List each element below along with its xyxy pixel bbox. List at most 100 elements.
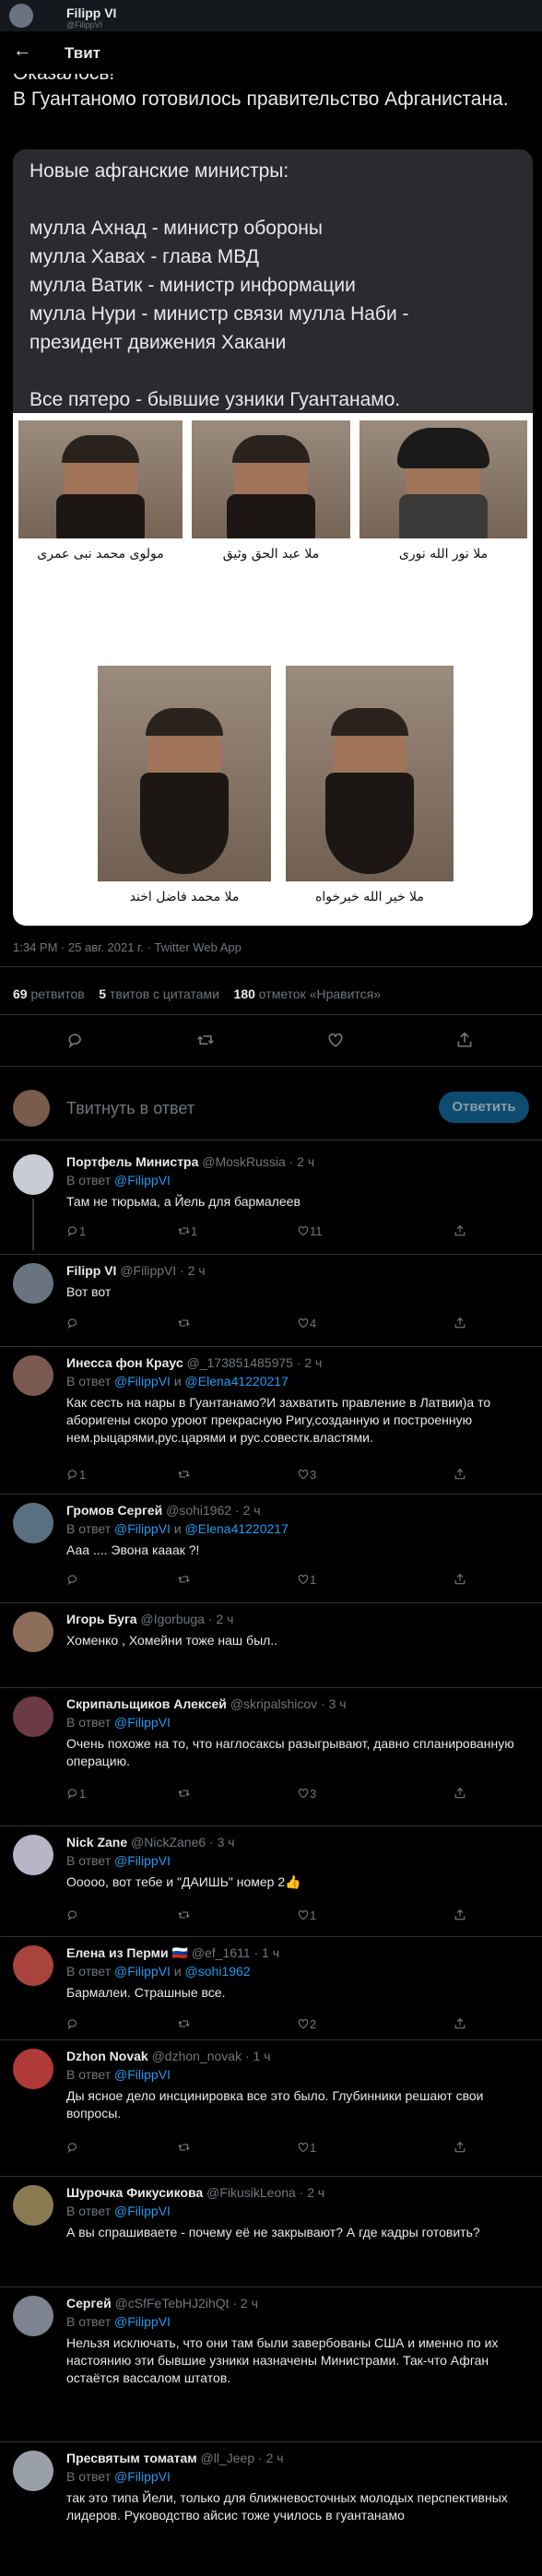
- share-icon[interactable]: [454, 1787, 466, 1802]
- retweet-icon[interactable]: [177, 1787, 191, 1802]
- reply-tweet[interactable]: Пресвятым томатам @ll_Jeep · 2 ч В ответ …: [0, 2451, 542, 2570]
- reply-tweet[interactable]: Filipp VI @FilippVI · 2 ч Вот вот 4: [0, 1263, 542, 1337]
- retweet-icon[interactable]: [177, 1317, 191, 1332]
- avatar[interactable]: [13, 1503, 53, 1543]
- avatar[interactable]: [13, 2296, 53, 2336]
- retweet-icon[interactable]: [177, 1908, 191, 1924]
- reply-tweet[interactable]: Dzhon Novak @dzhon_novak · 1 ч В ответ @F…: [0, 2049, 542, 2178]
- reply-tweet[interactable]: Игорь Буга @Igorbuga · 2 ч Хоменко , Хоме…: [0, 1612, 542, 1676]
- share-icon[interactable]: [454, 2017, 466, 2033]
- reply-tweet[interactable]: Громов Сергей @sohi1962 · 2 ч В ответ @Fi…: [0, 1503, 542, 1587]
- share-icon[interactable]: [454, 1908, 466, 1924]
- reply-icon[interactable]: [66, 1573, 79, 1589]
- mention-link[interactable]: @FilippVI: [114, 2067, 171, 2082]
- reply-tweet[interactable]: Шурочка Фикусикова @FikusikLeona · 2 ч В …: [0, 2185, 542, 2268]
- reply-tweet[interactable]: Портфель Министра @MoskRussia · 2 ч В отв…: [0, 1154, 542, 1250]
- reply-author[interactable]: Сергей @cSfFeTebHJ2ihQt · 2 ч: [66, 2296, 533, 2310]
- avatar[interactable]: [13, 1696, 53, 1737]
- reply-tweet[interactable]: Инесса фон Краус @_173851485975 · 2 ч В о…: [0, 1355, 542, 1494]
- reply-tweet[interactable]: Nick Zane @NickZane6 · 3 ч В ответ @Filip…: [0, 1835, 542, 1936]
- reply-button[interactable]: Ответить: [439, 1092, 529, 1123]
- reply-icon[interactable]: [66, 1908, 79, 1924]
- likes-stat[interactable]: 180 отметок «Нравится»: [234, 987, 382, 1001]
- retweet-icon[interactable]: [195, 1031, 216, 1054]
- tweet-image[interactable]: Новые афганские министры: мулла Ахнад - м…: [13, 149, 533, 926]
- avatar[interactable]: [13, 2451, 53, 2491]
- mention-link[interactable]: @Elena41220217: [185, 1374, 289, 1388]
- share-icon[interactable]: [454, 1317, 466, 1332]
- share-icon[interactable]: [454, 2141, 466, 2157]
- mention-link[interactable]: @FilippVI: [114, 2469, 171, 2484]
- reply-icon[interactable]: 1: [66, 1468, 86, 1483]
- tweet-timestamp[interactable]: 1:34 PM · 25 авг. 2021 г. · Twitter Web …: [13, 940, 242, 954]
- retweet-icon[interactable]: [177, 2141, 191, 2157]
- heart-icon[interactable]: 2: [297, 2017, 316, 2033]
- reply-author[interactable]: Filipp VI @FilippVI · 2 ч: [66, 1263, 533, 1278]
- heart-icon[interactable]: 3: [297, 1468, 316, 1483]
- reply-author[interactable]: Nick Zane @NickZane6 · 3 ч: [66, 1835, 533, 1849]
- reply-icon[interactable]: 1: [66, 1787, 86, 1802]
- reply-actions: 1: [66, 2141, 527, 2159]
- mention-link[interactable]: @FilippVI: [114, 1853, 171, 1868]
- retweet-icon[interactable]: [177, 1468, 191, 1483]
- avatar[interactable]: [13, 1355, 53, 1396]
- avatar[interactable]: [13, 1835, 53, 1875]
- heart-icon[interactable]: 11: [297, 1224, 323, 1240]
- mention-link[interactable]: @FilippVI: [114, 1715, 171, 1730]
- avatar[interactable]: [13, 1154, 53, 1195]
- reply-author[interactable]: Инесса фон Краус @_173851485975 · 2 ч: [66, 1355, 533, 1370]
- reply-icon[interactable]: [66, 2141, 79, 2157]
- reply-icon[interactable]: [66, 2017, 79, 2033]
- heart-icon[interactable]: 4: [297, 1317, 316, 1332]
- reply-author[interactable]: Dzhon Novak @dzhon_novak · 1 ч: [66, 2049, 533, 2063]
- reply-author[interactable]: Портфель Министра @MoskRussia · 2 ч: [66, 1154, 533, 1169]
- mention-link[interactable]: @FilippVI: [114, 1374, 171, 1388]
- share-icon[interactable]: [455, 1031, 474, 1054]
- tweet-stats: 69 ретвитов 5 твитов с цитатами 180 отме…: [13, 987, 381, 1001]
- avatar[interactable]: [13, 1945, 53, 1986]
- mention-link[interactable]: @FilippVI: [114, 2314, 171, 2329]
- reply-icon[interactable]: [66, 1031, 85, 1054]
- reply-icon[interactable]: [66, 1317, 79, 1332]
- mention-link[interactable]: @FilippVI: [114, 1964, 171, 1979]
- reply-author[interactable]: Шурочка Фикусикова @FikusikLeona · 2 ч: [66, 2185, 533, 2200]
- reply-author[interactable]: Елена из Перми 🇷🇺 @ef_1611 · 1 ч: [66, 1945, 533, 1961]
- divider: [0, 1014, 542, 1015]
- mention-link[interactable]: @FilippVI: [114, 1521, 171, 1536]
- avatar[interactable]: [13, 2049, 53, 2089]
- reply-icon[interactable]: 1: [66, 1224, 86, 1240]
- mention-link[interactable]: @Elena41220217: [185, 1521, 289, 1536]
- window-title: Filipp VI: [66, 6, 117, 20]
- reply-tweet[interactable]: Скрипальщиков Алексей @skripalshicov · 3…: [0, 1696, 542, 1816]
- retweet-icon[interactable]: [177, 1573, 191, 1589]
- share-icon[interactable]: [454, 1224, 466, 1240]
- heart-icon[interactable]: 1: [297, 1908, 316, 1924]
- reply-author[interactable]: Игорь Буга @Igorbuga · 2 ч: [66, 1612, 533, 1626]
- divider: [0, 1602, 542, 1603]
- retweets-stat[interactable]: 69 ретвитов: [13, 987, 85, 1001]
- reply-author[interactable]: Пресвятым томатам @ll_Jeep · 2 ч: [66, 2451, 533, 2465]
- reply-tweet[interactable]: Сергей @cSfFeTebHJ2ihQt · 2 ч В ответ @Fi…: [0, 2296, 542, 2434]
- retweet-icon[interactable]: 1: [177, 1224, 197, 1240]
- mention-link[interactable]: @FilippVI: [114, 1173, 171, 1188]
- reply-author[interactable]: Скрипальщиков Алексей @skripalshicov · 3…: [66, 1696, 533, 1711]
- avatar[interactable]: [13, 2185, 53, 2226]
- quotes-stat[interactable]: 5 твитов с цитатами: [99, 987, 219, 1001]
- retweet-icon[interactable]: [177, 2017, 191, 2033]
- reply-tweet[interactable]: Елена из Перми 🇷🇺 @ef_1611 · 1 ч В ответ …: [0, 1945, 542, 2047]
- heart-icon[interactable]: 1: [297, 2141, 316, 2157]
- mention-link[interactable]: @FilippVI: [114, 2204, 171, 2218]
- reply-input[interactable]: Твитнуть в ответ: [66, 1099, 194, 1118]
- avatar: [13, 1090, 50, 1127]
- heart-icon[interactable]: [326, 1031, 345, 1054]
- heart-icon[interactable]: 1: [297, 1573, 316, 1589]
- avatar[interactable]: [13, 1612, 53, 1652]
- arrow-left-icon[interactable]: ←: [13, 41, 31, 62]
- share-icon[interactable]: [454, 1468, 466, 1483]
- mention-link[interactable]: @sohi1962: [185, 1964, 251, 1979]
- heart-icon[interactable]: 3: [297, 1787, 316, 1802]
- reply-text: Как сесть на нары в Гуантанамо?И захвати…: [66, 1395, 491, 1445]
- reply-author[interactable]: Громов Сергей @sohi1962 · 2 ч: [66, 1503, 533, 1518]
- share-icon[interactable]: [454, 1573, 466, 1589]
- avatar[interactable]: [13, 1263, 53, 1304]
